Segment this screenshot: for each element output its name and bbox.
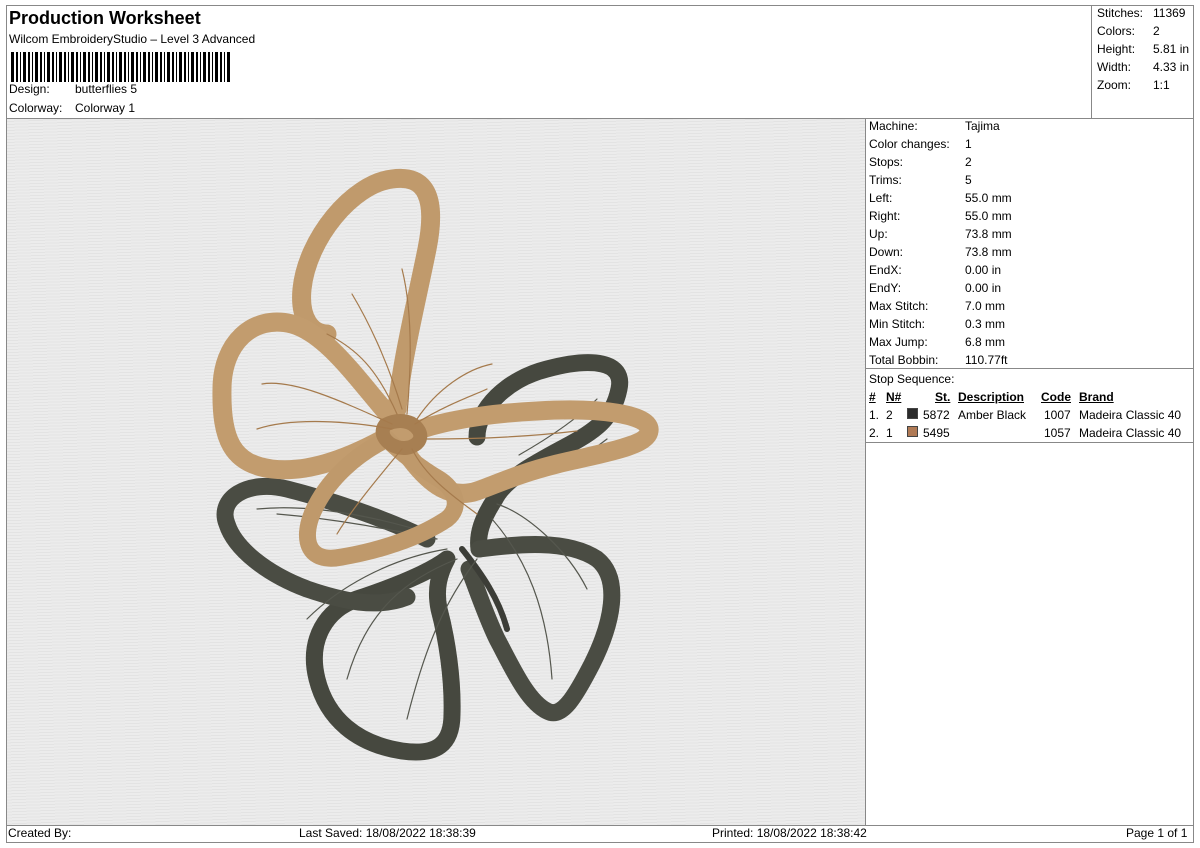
info-row: Left: 55.0 mm bbox=[869, 191, 1012, 205]
info-divider bbox=[865, 368, 1194, 369]
header-left: Production Worksheet Wilcom EmbroiderySt… bbox=[7, 5, 1090, 118]
info-label: Up: bbox=[869, 227, 888, 241]
info-value: 1 bbox=[965, 137, 972, 151]
footer-divider bbox=[6, 825, 1194, 826]
info-row: Machine: Tajima bbox=[869, 119, 1000, 133]
info-row: Min Stitch: 0.3 mm bbox=[869, 317, 1005, 331]
info-value: 73.8 mm bbox=[965, 227, 1012, 241]
info-value: 6.8 mm bbox=[965, 335, 1006, 349]
last-saved: Last Saved: 18/08/2022 18:38:39 bbox=[299, 826, 476, 840]
info-value: 2 bbox=[965, 155, 972, 169]
row-num: 2. bbox=[869, 426, 880, 440]
stat-row: Height: 5.81 in bbox=[1097, 42, 1189, 56]
design-row: Design: butterflies 5 bbox=[9, 82, 137, 96]
stat-row: Stitches: 11369 bbox=[1097, 6, 1185, 20]
info-row: Max Stitch: 7.0 mm bbox=[869, 299, 1005, 313]
design-value: butterflies 5 bbox=[75, 82, 138, 96]
info-row: Up: 73.8 mm bbox=[869, 227, 1012, 241]
stat-label: Stitches: bbox=[1097, 6, 1144, 20]
stat-label: Width: bbox=[1097, 60, 1132, 74]
color-swatch bbox=[907, 408, 918, 419]
info-value: 73.8 mm bbox=[965, 245, 1012, 259]
info-row: Trims: 5 bbox=[869, 173, 972, 187]
stat-row: Width: 4.33 in bbox=[1097, 60, 1189, 74]
row-stitches: 5495 bbox=[923, 426, 950, 440]
canvas-divider bbox=[865, 118, 866, 825]
info-value: 5 bbox=[965, 173, 972, 187]
info-row: Stops: 2 bbox=[869, 155, 972, 169]
page-number: Page 1 of 1 bbox=[1126, 826, 1188, 840]
stat-row: Zoom: 1:1 bbox=[1097, 78, 1170, 92]
info-row: EndX: 0.00 in bbox=[869, 263, 1001, 277]
info-label: EndY: bbox=[869, 281, 902, 295]
row-brand: Madeira Classic 40 bbox=[1079, 426, 1182, 440]
row-brand: Madeira Classic 40 bbox=[1079, 408, 1182, 422]
stat-value: 2 bbox=[1153, 24, 1160, 38]
info-label: Max Stitch: bbox=[869, 299, 929, 313]
row-stitches: 5872 bbox=[923, 408, 950, 422]
page-title: Production Worksheet bbox=[9, 8, 201, 28]
barcode bbox=[11, 52, 230, 82]
sequence-divider bbox=[865, 442, 1194, 443]
col-header-description: Description bbox=[958, 390, 1025, 404]
info-value: 0.00 in bbox=[965, 263, 1002, 277]
design-preview bbox=[7, 119, 865, 825]
created-by: Created By: bbox=[8, 826, 72, 840]
col-header-st: St. bbox=[935, 390, 951, 404]
stat-value: 1:1 bbox=[1153, 78, 1170, 92]
info-label: Trims: bbox=[869, 173, 902, 187]
info-row: EndY: 0.00 in bbox=[869, 281, 1001, 295]
stat-row: Colors: 2 bbox=[1097, 24, 1160, 38]
stat-label: Colors: bbox=[1097, 24, 1136, 38]
colorway-row: Colorway: Colorway 1 bbox=[9, 101, 135, 115]
printed-date: Printed: 18/08/2022 18:38:42 bbox=[712, 826, 867, 840]
row-needle: 1 bbox=[886, 426, 893, 440]
info-label: Max Jump: bbox=[869, 335, 928, 349]
stop-sequence-title: Stop Sequence: bbox=[869, 372, 955, 386]
info-label: Down: bbox=[869, 245, 904, 259]
row-code: 1007 bbox=[1044, 408, 1071, 422]
colorway-label: Colorway: bbox=[9, 101, 63, 115]
info-label: Total Bobbin: bbox=[869, 353, 939, 367]
info-value: 55.0 mm bbox=[965, 209, 1012, 223]
row-description: Amber Black bbox=[958, 408, 1027, 422]
stat-label: Height: bbox=[1097, 42, 1136, 56]
col-header-num: # bbox=[869, 390, 876, 404]
info-row: Max Jump: 6.8 mm bbox=[869, 335, 1005, 349]
info-value: 55.0 mm bbox=[965, 191, 1012, 205]
info-value: 0.3 mm bbox=[965, 317, 1006, 331]
col-header-brand: Brand bbox=[1079, 390, 1114, 404]
info-label: EndX: bbox=[869, 263, 902, 277]
software-subtitle: Wilcom EmbroideryStudio – Level 3 Advanc… bbox=[9, 32, 256, 46]
info-row: Color changes: 1 bbox=[869, 137, 972, 151]
stat-value: 11369 bbox=[1153, 6, 1186, 20]
info-value: 110.77ft bbox=[965, 353, 1008, 367]
col-header-n: N# bbox=[886, 390, 902, 404]
row-num: 1. bbox=[869, 408, 880, 422]
info-row: Total Bobbin: 110.77ft bbox=[869, 353, 1007, 367]
colorway-value: Colorway 1 bbox=[75, 101, 136, 115]
info-label: Stops: bbox=[869, 155, 904, 169]
info-label: Min Stitch: bbox=[869, 317, 926, 331]
info-value: Tajima bbox=[965, 119, 1000, 133]
row-code: 1057 bbox=[1044, 426, 1071, 440]
col-header-code: Code bbox=[1041, 390, 1071, 404]
info-value: 0.00 in bbox=[965, 281, 1002, 295]
info-label: Machine: bbox=[869, 119, 918, 133]
color-swatch bbox=[907, 426, 918, 437]
header-stats: Stitches: 11369 Colors: 2 Height: 5.81 in W… bbox=[1091, 5, 1195, 118]
stat-value: 4.33 in bbox=[1153, 60, 1190, 74]
info-label: Color changes: bbox=[869, 137, 950, 151]
butterfly-embroidery-image bbox=[212, 168, 659, 761]
row-needle: 2 bbox=[886, 408, 893, 422]
info-row: Down: 73.8 mm bbox=[869, 245, 1012, 259]
stat-value: 5.81 in bbox=[1153, 42, 1190, 56]
info-value: 7.0 mm bbox=[965, 299, 1006, 313]
info-row: Right: 55.0 mm bbox=[869, 209, 1012, 223]
design-label: Design: bbox=[9, 82, 50, 96]
info-label: Left: bbox=[869, 191, 893, 205]
info-label: Right: bbox=[869, 209, 901, 223]
stat-label: Zoom: bbox=[1097, 78, 1132, 92]
